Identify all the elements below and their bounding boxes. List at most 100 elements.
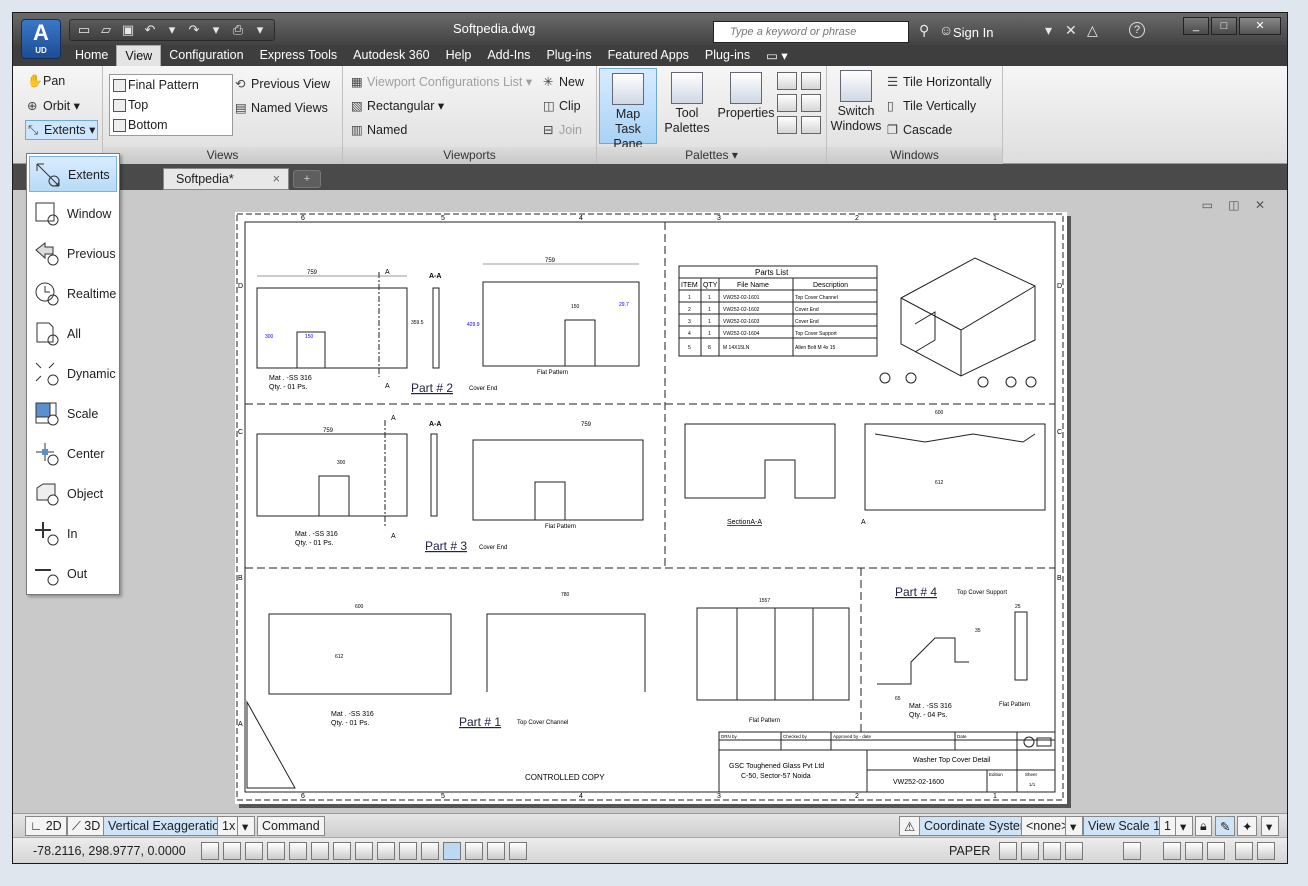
minimize-button[interactable]: _ xyxy=(1183,17,1209,35)
zoom-in-item[interactable]: In xyxy=(29,516,117,552)
binoculars-icon[interactable]: ⚲ xyxy=(919,22,929,39)
layout-icon[interactable] xyxy=(1021,842,1039,860)
lightbulb-icon[interactable]: ✦ xyxy=(1237,816,1258,836)
close-button[interactable]: ✕ xyxy=(1239,17,1281,35)
view-scale-dropdown-icon[interactable]: ▾ xyxy=(1175,816,1193,836)
object-snap-tracking-icon[interactable] xyxy=(355,842,373,860)
named-views-button[interactable]: ▤ Named Views xyxy=(235,100,328,115)
quick-properties-icon[interactable] xyxy=(465,842,483,860)
orbit-button[interactable]: ⊕ Orbit ▾ xyxy=(27,98,80,113)
save-icon[interactable]: ▣ xyxy=(118,21,138,39)
view-scale-value[interactable]: 1 xyxy=(1159,816,1176,836)
status-bar-menu-icon[interactable] xyxy=(1235,842,1253,860)
zoom-out-item[interactable]: Out xyxy=(29,556,117,592)
mode-3d-button[interactable]: ⟋ 3D xyxy=(67,816,106,836)
signin-dropdown-icon[interactable]: ▾ xyxy=(1045,22,1052,39)
drawing-canvas[interactable]: ▭ ◫ ✕ 6 5 4 3 2 1 6 5 4 3 2 1 D C B A D … xyxy=(13,190,1287,817)
object-snap-icon[interactable] xyxy=(311,842,329,860)
transparency-icon[interactable] xyxy=(443,842,461,860)
dynamic-ucs-icon[interactable] xyxy=(377,842,395,860)
workspace-gear-icon[interactable] xyxy=(1163,842,1181,860)
hardware-acceleration-icon[interactable] xyxy=(1207,842,1225,860)
tab-view[interactable]: View xyxy=(116,45,162,66)
zoom-dynamic-item[interactable]: Dynamic xyxy=(29,356,117,392)
cascade-button[interactable]: ❐ Cascade xyxy=(887,122,952,137)
lock-icon[interactable]: 🔒︎ xyxy=(1195,816,1212,836)
viewport-window-controls[interactable]: ▭ ◫ ✕ xyxy=(1202,198,1271,212)
new-tab-button[interactable]: + xyxy=(293,170,321,188)
zoom-center-item[interactable]: Center xyxy=(29,436,117,472)
tab-plug-ins-2[interactable]: Plug-ins xyxy=(697,45,758,66)
selection-cycling-icon[interactable] xyxy=(487,842,505,860)
3d-object-snap-icon[interactable] xyxy=(333,842,351,860)
quick-view-layouts-icon[interactable] xyxy=(1043,842,1061,860)
view-item-top[interactable]: Top xyxy=(110,95,232,115)
ribbon-toggle-icon[interactable]: ▭ ▾ xyxy=(758,45,796,66)
tab-express-tools[interactable]: Express Tools xyxy=(252,45,346,66)
exchange-icon[interactable]: ✕ xyxy=(1065,22,1077,39)
sign-in-button[interactable]: Sign In xyxy=(953,25,993,40)
join-button[interactable]: ⊟ Join xyxy=(543,122,582,137)
previous-view-button[interactable]: ⟲ Previous View xyxy=(235,76,330,91)
mode-2d-button[interactable]: ∟ 2D xyxy=(25,816,67,836)
calculator-icon[interactable] xyxy=(801,94,821,112)
tab-help[interactable]: Help xyxy=(438,45,480,66)
a360-icon[interactable]: △ xyxy=(1087,22,1098,39)
tab-plug-ins[interactable]: Plug-ins xyxy=(538,45,599,66)
polar-tracking-icon[interactable] xyxy=(289,842,307,860)
view-item-bottom[interactable]: Bottom xyxy=(110,115,232,135)
quick-view-drawings-icon[interactable] xyxy=(1065,842,1083,860)
undo-dropdown-icon[interactable]: ▾ xyxy=(162,21,182,39)
help-icon[interactable]: ? xyxy=(1129,22,1145,38)
sheet-set-icon[interactable] xyxy=(777,72,797,90)
dbconnect-icon[interactable] xyxy=(777,116,797,134)
tab-add-ins[interactable]: Add-Ins xyxy=(479,45,538,66)
infer-constraints-icon[interactable] xyxy=(201,842,219,860)
snap-mode-icon[interactable] xyxy=(223,842,241,860)
application-menu-button[interactable]: A UD xyxy=(21,19,61,59)
new-icon[interactable]: ▭ xyxy=(74,21,94,39)
tab-home[interactable]: Home xyxy=(67,45,116,66)
open-icon[interactable]: ▱ xyxy=(96,21,116,39)
clip-button[interactable]: ◫ Clip xyxy=(543,98,581,113)
tab-configuration[interactable]: Configuration xyxy=(161,45,251,66)
status-menu-icon[interactable]: ▾ xyxy=(1261,816,1279,836)
undo-icon[interactable]: ↶ xyxy=(140,21,160,39)
markup-icon[interactable] xyxy=(801,72,821,90)
redo-icon[interactable]: ↷ xyxy=(184,21,204,39)
qat-dropdown-icon[interactable]: ▾ xyxy=(250,21,270,39)
zoom-realtime-item[interactable]: Realtime xyxy=(29,276,117,312)
design-center-icon[interactable] xyxy=(777,94,797,112)
plot-icon[interactable]: ⎙ xyxy=(228,21,248,39)
map-task-pane-button[interactable]: Map Task Pane xyxy=(599,68,657,151)
switch-windows-button[interactable]: Switch Windows xyxy=(827,70,885,134)
paper-space-button[interactable]: PAPER xyxy=(949,844,990,858)
zoom-scale-item[interactable]: Scale xyxy=(29,396,117,432)
coordinate-warning-icon[interactable]: ⚠ xyxy=(899,816,921,836)
palettes-panel-title[interactable]: Palettes ▾ xyxy=(597,147,826,164)
toolbar-lock-icon[interactable] xyxy=(1185,842,1203,860)
tab-autodesk-360[interactable]: Autodesk 360 xyxy=(345,45,437,66)
grid-display-icon[interactable] xyxy=(245,842,263,860)
pan-button[interactable]: ✋Pan xyxy=(27,74,65,89)
maximize-button[interactable]: □ xyxy=(1211,17,1237,35)
model-icon[interactable] xyxy=(999,842,1017,860)
zoom-extents-item[interactable]: Extents xyxy=(29,156,117,192)
viewport-config-list[interactable]: ▦ Viewport Configurations List ▾ xyxy=(351,74,532,89)
command-button[interactable]: Command xyxy=(257,816,325,836)
layer-palette-icon[interactable] xyxy=(801,116,821,134)
annotation-icon[interactable]: ✎ xyxy=(1215,816,1236,836)
rectangular-button[interactable]: ▧ Rectangular ▾ xyxy=(351,98,444,113)
named-viewports-button[interactable]: ▥ Named xyxy=(351,122,407,137)
doc-tab-softpedia[interactable]: Softpedia* × xyxy=(163,168,289,190)
vert-exag-dropdown-icon[interactable]: ▾ xyxy=(237,816,255,836)
view-item-final-pattern[interactable]: Final Pattern xyxy=(110,75,232,95)
new-viewport-button[interactable]: ✳ New xyxy=(543,74,584,89)
ortho-mode-icon[interactable] xyxy=(267,842,285,860)
named-views-list[interactable]: Final Pattern Top Bottom xyxy=(109,74,233,136)
user-icon[interactable]: ☺ xyxy=(939,22,953,38)
doc-tab-close-icon[interactable]: × xyxy=(273,172,280,186)
tool-palettes-button[interactable]: Tool Palettes xyxy=(659,72,715,136)
zoom-all-item[interactable]: All xyxy=(29,316,117,352)
lineweight-icon[interactable] xyxy=(421,842,439,860)
